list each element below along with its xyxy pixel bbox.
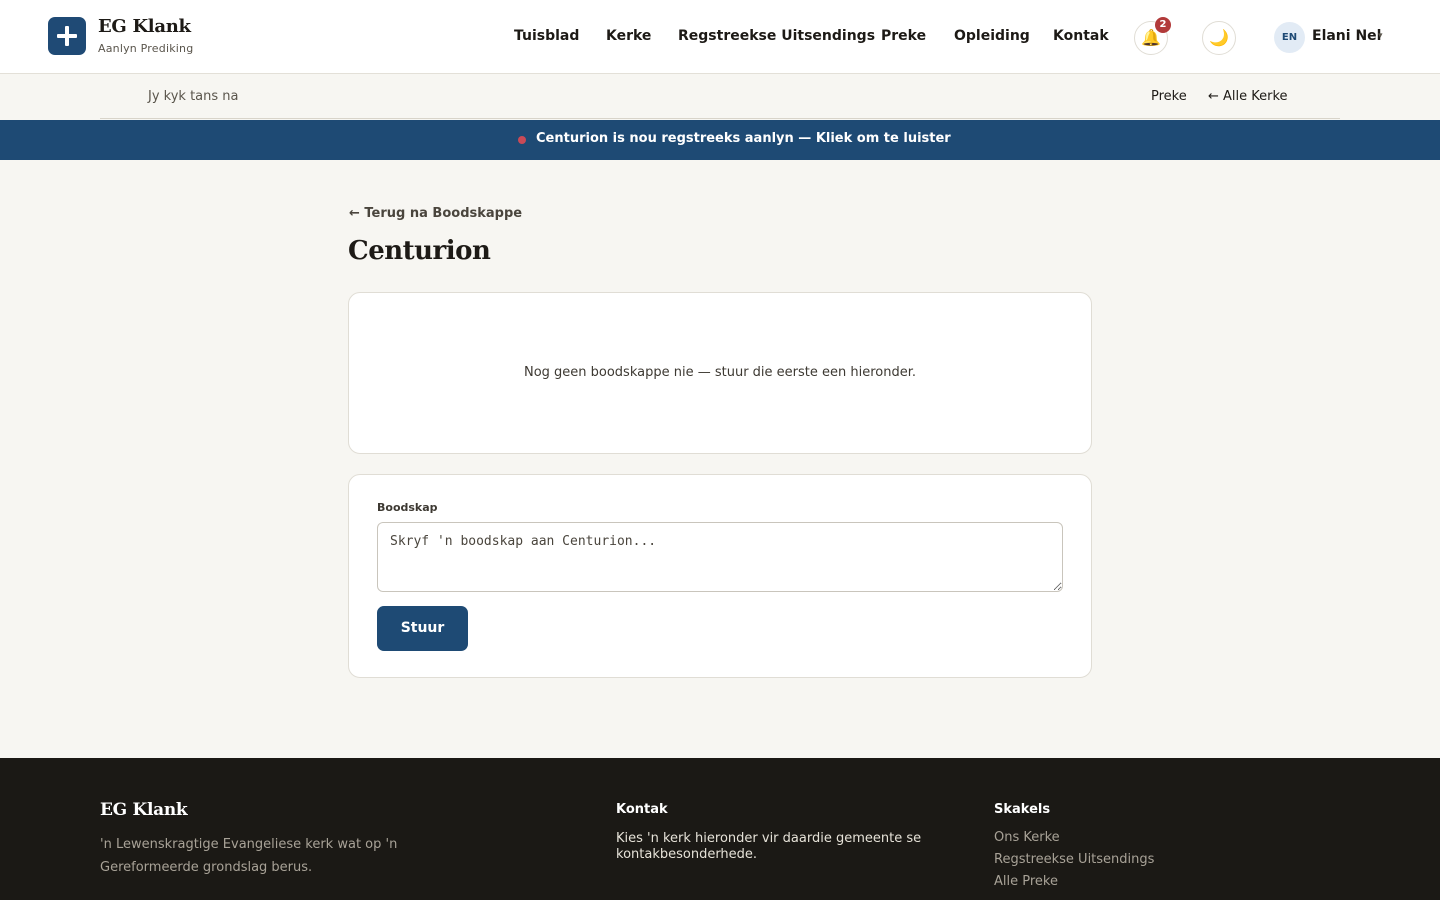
now-viewing-label: Jy kyk tans na: [148, 89, 239, 104]
send-button[interactable]: Stuur: [377, 606, 468, 651]
chevron-down-icon[interactable]: ▾: [1378, 31, 1383, 41]
footer-link-ons-kerke[interactable]: Ons Kerke: [994, 830, 1060, 845]
back-to-messages-link[interactable]: ← Terug na Boodskappe: [349, 206, 522, 221]
live-dot-icon: [518, 136, 526, 144]
footer-link-alle-preke[interactable]: Alle Preke: [994, 874, 1058, 889]
page-title: Centurion: [348, 236, 491, 266]
footer-tagline: 'n Lewenskragtige Evangeliese kerk wat o…: [100, 837, 398, 875]
context-link-preke[interactable]: Preke: [1151, 89, 1187, 104]
nav-tuisblad[interactable]: Tuisblad: [514, 28, 579, 44]
nav-kerke[interactable]: Kerke: [606, 28, 651, 44]
logo-cross-icon[interactable]: [48, 17, 86, 55]
brand-subtitle: Aanlyn Prediking: [98, 42, 194, 55]
footer-link-regstreekse-uitsendings[interactable]: Regstreekse Uitsendings: [994, 852, 1154, 867]
footer-contact-heading: Kontak: [616, 802, 668, 817]
avatar[interactable]: EN: [1274, 22, 1305, 53]
message-field-label: Boodskap: [377, 501, 438, 514]
notification-count-badge: 2: [1155, 17, 1171, 33]
context-link-all-churches[interactable]: ← Alle Kerke: [1208, 89, 1288, 104]
message-input[interactable]: [377, 522, 1063, 592]
footer-contact-text: Kies 'n kerk hieronder vir daardie gemee…: [616, 831, 922, 862]
brand-title[interactable]: EG Klank: [98, 16, 191, 37]
nav-opleiding[interactable]: Opleiding: [954, 28, 1030, 44]
moon-icon: 🌙: [1209, 28, 1229, 47]
empty-state-text: Nog geen boodskappe nie — stuur die eers…: [523, 365, 917, 380]
footer-brand: EG Klank: [100, 800, 188, 820]
nav-kontak[interactable]: Kontak: [1053, 28, 1109, 44]
theme-toggle-button[interactable]: 🌙: [1202, 21, 1236, 55]
nav-preke[interactable]: Preke: [881, 28, 926, 44]
footer-links-heading: Skakels: [994, 802, 1051, 817]
user-menu-name[interactable]: Elani Nel: [1312, 28, 1381, 44]
live-banner-text[interactable]: Centurion is nou regstreeks aanlyn — Kli…: [536, 131, 951, 146]
nav-regstreekse-uitsendings[interactable]: Regstreekse Uitsendings: [678, 28, 875, 44]
